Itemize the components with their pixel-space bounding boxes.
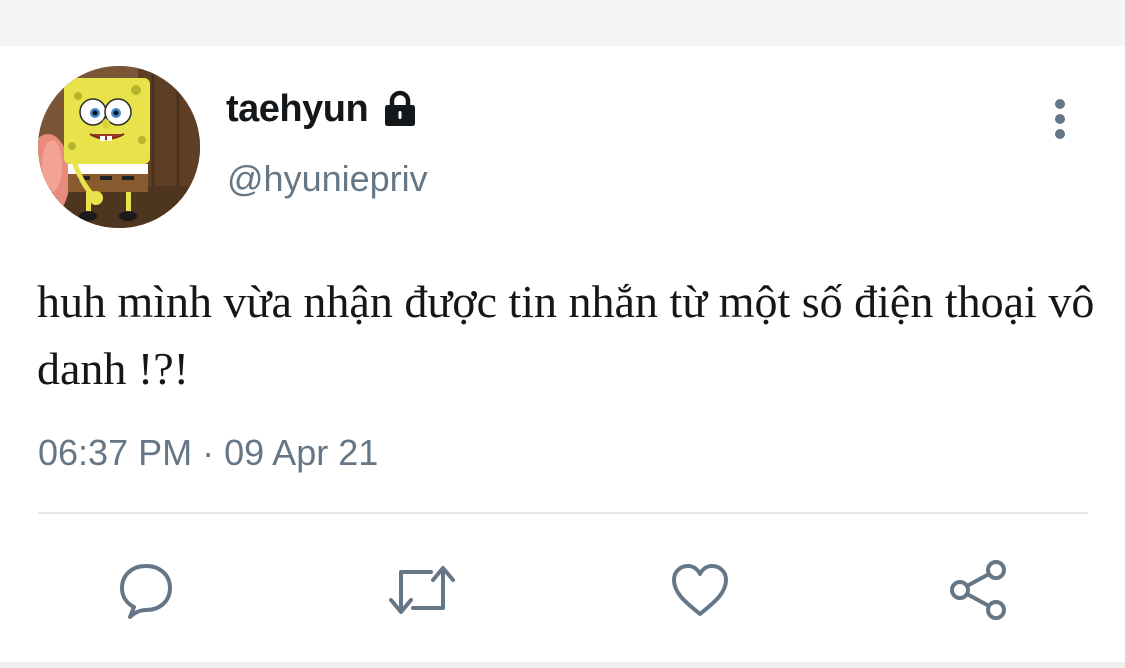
tweet-date: 09 Apr 21 (224, 432, 379, 473)
retweet-icon (387, 560, 457, 620)
divider (38, 512, 1088, 514)
tweet-time: 06:37 PM (38, 432, 193, 473)
spongebob-avatar-image (38, 66, 200, 228)
screen: taehyun @hyuniepriv huh mình vừa nhận đư… (0, 0, 1125, 668)
like-button[interactable] (668, 558, 732, 622)
profile-avatar[interactable] (38, 66, 200, 228)
reply-button[interactable] (114, 558, 178, 622)
tweet-text: huh mình vừa nhận được tin nhắn từ một s… (37, 276, 1095, 394)
tweet-timestamp: 06:37 PM · 09 Apr 21 (38, 432, 378, 474)
share-icon (946, 558, 1010, 622)
lock-icon (380, 89, 420, 129)
more-options-icon[interactable] (1044, 96, 1076, 144)
share-button[interactable] (946, 558, 1010, 622)
display-name-row: taehyun (226, 84, 420, 134)
bottom-strip (0, 662, 1125, 668)
comment-bubble-icon (116, 560, 176, 620)
retweet-button[interactable] (387, 558, 457, 622)
display-name[interactable]: taehyun (226, 88, 369, 131)
heart-icon (668, 560, 732, 620)
tweet-card: taehyun @hyuniepriv huh mình vừa nhận đư… (0, 46, 1125, 662)
user-handle[interactable]: @hyuniepriv (227, 158, 428, 200)
timestamp-separator: · (202, 432, 215, 473)
